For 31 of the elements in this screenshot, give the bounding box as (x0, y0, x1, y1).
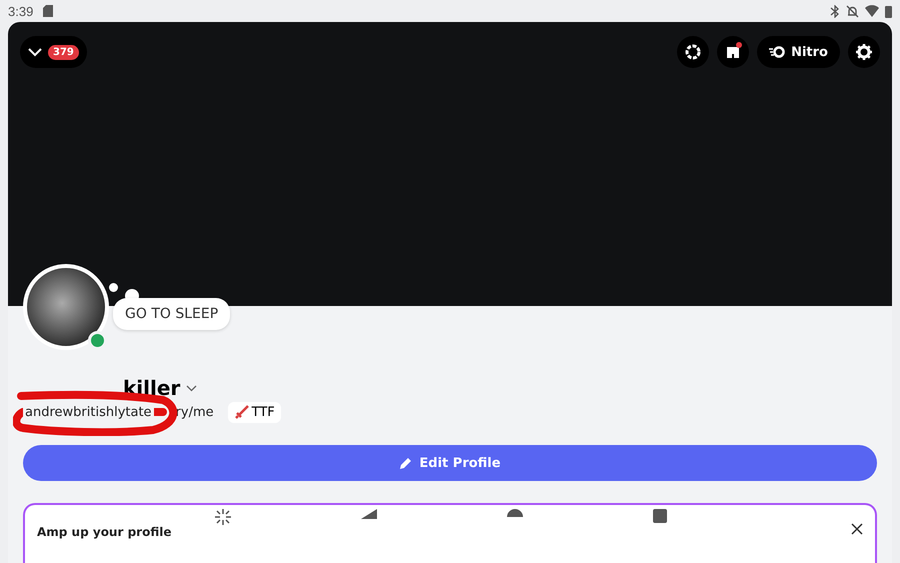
username: andrewbritishlytate (23, 405, 154, 420)
sparkle-icon (215, 509, 231, 525)
unread-badge: 379 (48, 44, 79, 60)
settings-button[interactable] (848, 36, 880, 68)
promo-title: Amp up your profile (37, 525, 172, 539)
nitro-icon (769, 46, 786, 58)
bell-muted-icon (846, 4, 859, 18)
shop-icon (725, 44, 742, 60)
pencil-icon (399, 456, 414, 470)
clock-time: 3:39 (8, 4, 34, 18)
wifi-icon (865, 5, 879, 17)
chevron-down-icon (28, 48, 42, 56)
battery-icon (885, 4, 892, 18)
collapse-button[interactable]: 379 (20, 36, 87, 68)
settings-icon (855, 43, 873, 61)
shop-button[interactable] (717, 36, 750, 68)
bluetooth-icon (830, 4, 840, 18)
chevron-down-icon (186, 384, 198, 392)
nitro-button[interactable]: Nitro (757, 36, 840, 68)
close-button[interactable] (851, 523, 863, 535)
tag-label: TTF (252, 405, 275, 420)
triangle-icon (361, 509, 377, 519)
square-icon (653, 509, 667, 523)
badge-button[interactable] (677, 36, 710, 68)
edit-profile-button[interactable]: Edit Profile (23, 445, 877, 481)
close-icon (851, 523, 863, 535)
notification-dot (736, 42, 742, 48)
status-bubble: GO TO SLEEP (113, 298, 230, 330)
sd-card-icon (43, 5, 54, 17)
sword-icon (234, 405, 249, 420)
wreath-icon (685, 44, 702, 60)
